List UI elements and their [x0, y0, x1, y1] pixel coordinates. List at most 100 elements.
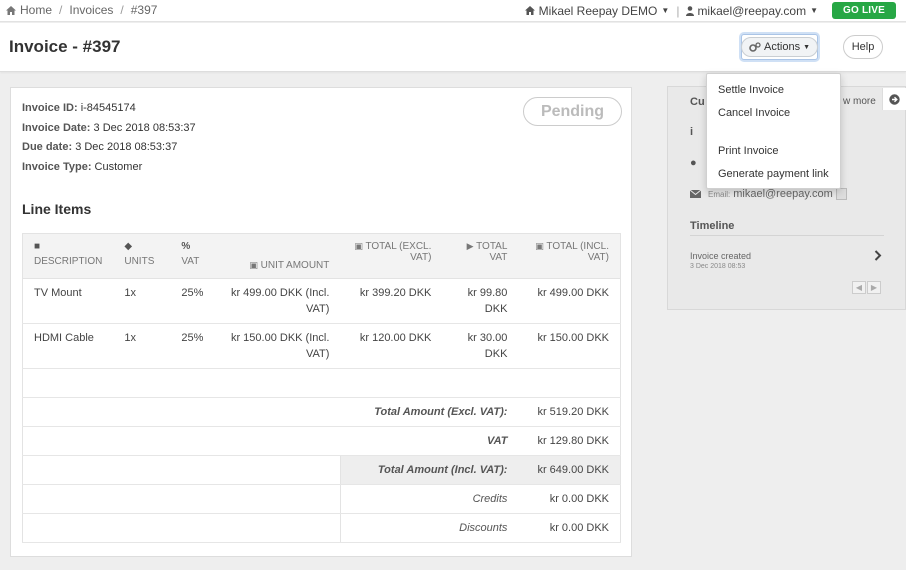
- actions-label: Actions: [764, 41, 801, 53]
- nav-divider: |: [676, 3, 680, 18]
- help-button[interactable]: Help: [843, 35, 883, 59]
- vat-label: VAT: [22, 426, 519, 456]
- chevron-down-icon: ▼: [810, 6, 819, 15]
- gears-icon: [749, 42, 761, 52]
- due-date-label: Due date:: [22, 141, 73, 154]
- menu-item-settle-invoice[interactable]: Settle Invoice: [718, 84, 784, 96]
- menu-item-print-invoice[interactable]: Print Invoice: [718, 145, 779, 157]
- show-more-link[interactable]: w more: [843, 96, 876, 107]
- discounts-row: Discounts kr 0.00 DKK: [22, 513, 621, 543]
- row-total-vat: kr 99.80 DKK: [442, 278, 519, 324]
- pager-prev-button[interactable]: ◀: [852, 281, 866, 294]
- table-row: HDMI Cable 1x 25% kr 150.00 DKK (Incl. V…: [22, 323, 621, 369]
- timeline-item[interactable]: Invoice created 3 Dec 2018 08:53: [690, 251, 751, 270]
- user-menu[interactable]: mikael@reepay.com: [697, 4, 806, 18]
- pager-next-button[interactable]: ▶: [867, 281, 881, 294]
- col-units-label: UNITS: [124, 256, 155, 267]
- timeline-pager: ◀ ▶: [852, 281, 881, 294]
- percent-icon: %: [181, 241, 191, 252]
- spacer-cell: [22, 484, 341, 514]
- account-menu[interactable]: Mikael Reepay DEMO: [539, 4, 658, 18]
- table-row-empty: [22, 368, 621, 398]
- row-units: 1x: [113, 278, 171, 324]
- email-label: Email:: [708, 189, 731, 199]
- col-units[interactable]: ◆ UNITS: [113, 233, 171, 279]
- credits-row: Credits kr 0.00 DKK: [22, 484, 621, 514]
- col-total-excl[interactable]: ▣ TOTAL (EXCL. VAT): [340, 233, 443, 279]
- spacer-cell: [22, 513, 341, 543]
- timeline-item-label: Invoice created: [690, 251, 752, 261]
- home-icon: [6, 5, 16, 15]
- status-badge: Pending: [523, 97, 622, 126]
- col-total-incl[interactable]: ▣ TOTAL (INCL. VAT): [518, 233, 621, 279]
- col-vat[interactable]: % VAT: [170, 233, 218, 279]
- row-unit-amount: kr 150.00 DKK (Incl. VAT): [217, 323, 341, 369]
- money-icon: ▣: [249, 260, 258, 270]
- due-date: 3 Dec 2018 08:53:37: [75, 141, 178, 154]
- actions-dropdown-menu: Settle Invoice Cancel Invoice Print Invo…: [706, 73, 841, 189]
- user-icon: [686, 5, 695, 16]
- divider: [690, 235, 884, 236]
- total-incl-row: Total Amount (Incl. VAT): kr 649.00 DKK: [22, 455, 621, 485]
- invoice-type-label: Invoice Type:: [22, 160, 92, 173]
- row-description: HDMI Cable: [22, 323, 114, 369]
- col-description[interactable]: ■ DESCRIPTION: [22, 233, 114, 279]
- menu-item-generate-payment-link[interactable]: Generate payment link: [718, 168, 829, 180]
- credits-label: Credits: [339, 484, 519, 514]
- breadcrumb-invoices[interactable]: Invoices: [69, 3, 113, 17]
- table-header-row: ■ DESCRIPTION ◆ UNITS % VAT ▣ UNIT AMOUN…: [22, 233, 621, 279]
- col-total-vat[interactable]: ▶ TOTAL VAT: [442, 233, 519, 279]
- invoice-id: i-84545174: [80, 102, 136, 114]
- invoice-meta: Invoice ID: i-84545174 Invoice Date: 3 D…: [22, 99, 196, 177]
- breadcrumb-current: #397: [130, 3, 158, 17]
- chevron-down-icon: ▼: [803, 43, 811, 51]
- total-incl-label: Total Amount (Incl. VAT):: [339, 455, 519, 485]
- col-unit-amount[interactable]: ▣ UNIT AMOUNT: [217, 233, 341, 279]
- timeline-title: Timeline: [690, 220, 735, 232]
- arrow-circle-right-icon: [889, 93, 900, 105]
- total-excl-value: kr 519.20 DKK: [518, 397, 621, 427]
- page-title: Invoice - #397: [9, 37, 121, 56]
- invoice-id-label: Invoice ID:: [22, 102, 78, 114]
- total-incl-value: kr 649.00 DKK: [518, 455, 621, 485]
- copy-icon[interactable]: [835, 188, 847, 200]
- breadcrumb-home[interactable]: Home: [20, 3, 52, 17]
- row-description: TV Mount: [22, 278, 114, 324]
- person-icon: ●: [690, 157, 697, 169]
- row-unit-amount: kr 499.00 DKK (Incl. VAT): [217, 278, 341, 324]
- customer-email[interactable]: mikael@reepay.com: [733, 188, 833, 200]
- breadcrumb: Home / Invoices / #397: [6, 3, 157, 17]
- col-total-incl-label: TOTAL (INCL. VAT): [546, 241, 609, 263]
- row-vat: 25%: [170, 323, 218, 369]
- row-units: 1x: [113, 323, 171, 369]
- breadcrumb-separator: /: [59, 3, 63, 17]
- home-icon: [524, 6, 535, 15]
- row-total-excl: kr 399.20 DKK: [340, 278, 443, 324]
- discounts-label: Discounts: [339, 513, 519, 543]
- info-icon: i: [690, 126, 694, 138]
- invoice-date-label: Invoice Date:: [22, 121, 91, 134]
- breadcrumb-separator: /: [120, 3, 124, 17]
- row-total-incl: kr 499.00 DKK: [518, 278, 621, 324]
- line-items-title: Line Items: [22, 201, 92, 217]
- money-icon: ▣: [354, 241, 363, 251]
- chevron-right-icon[interactable]: [874, 250, 882, 261]
- go-live-button[interactable]: GO LIVE: [832, 2, 896, 19]
- col-total-excl-label: TOTAL (EXCL. VAT): [365, 241, 432, 263]
- discounts-value: kr 0.00 DKK: [518, 513, 621, 543]
- col-description-label: DESCRIPTION: [34, 256, 103, 267]
- table-row: TV Mount 1x 25% kr 499.00 DKK (Incl. VAT…: [22, 278, 621, 324]
- open-customer-button[interactable]: [882, 88, 906, 110]
- row-total-excl: kr 120.00 DKK: [340, 323, 443, 369]
- spacer-cell: [22, 455, 341, 485]
- row-vat: 25%: [170, 278, 218, 324]
- email-row: Email: mikael@reepay.com: [690, 188, 847, 200]
- menu-item-cancel-invoice[interactable]: Cancel Invoice: [718, 107, 790, 119]
- vat-row: VAT kr 129.80 DKK: [22, 426, 621, 456]
- col-vat-label: VAT: [181, 256, 200, 267]
- actions-button[interactable]: Actions ▼: [741, 34, 819, 60]
- chevron-down-icon: ▼: [661, 6, 670, 15]
- total-excl-row: Total Amount (Excl. VAT): kr 519.20 DKK: [22, 397, 621, 427]
- customer-title: Cu: [690, 96, 705, 108]
- money-icon: ▣: [535, 241, 544, 251]
